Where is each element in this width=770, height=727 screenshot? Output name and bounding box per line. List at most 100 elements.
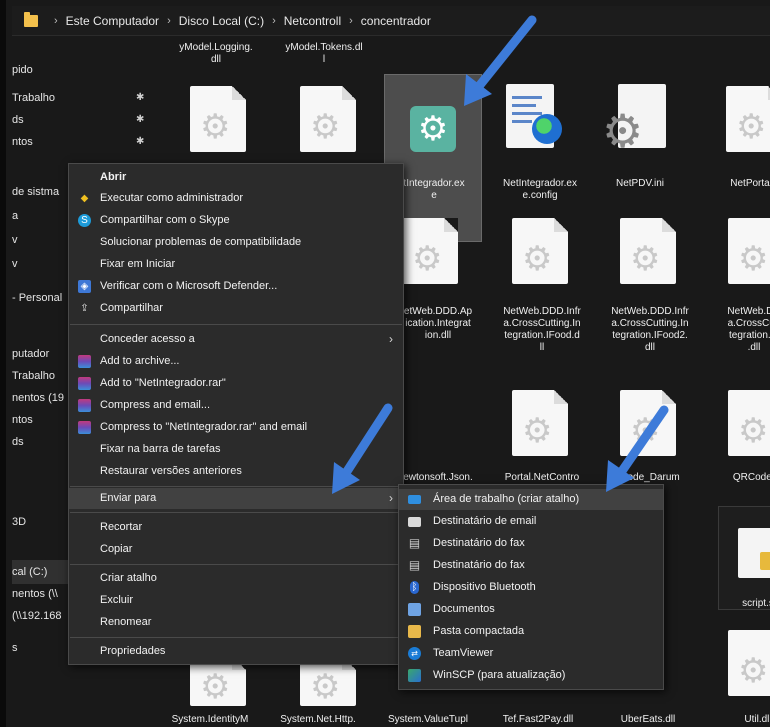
breadcrumb-item-disco-local[interactable]: Disco Local (C:): [179, 14, 264, 28]
menu-item-share-skype[interactable]: S Compartilhar com o Skype: [69, 210, 403, 231]
file-item[interactable]: System.Net.Http.: [268, 714, 368, 726]
config-file-icon[interactable]: [506, 84, 562, 148]
sidebar-item[interactable]: nentos (19: [12, 392, 64, 404]
sidebar-item[interactable]: s: [12, 642, 18, 654]
dll-file-icon[interactable]: ⚙: [190, 86, 246, 152]
sidebar-item[interactable]: 3D: [12, 516, 26, 528]
file-name: yModel.Tokens.dl l: [285, 42, 363, 65]
mail-icon: [408, 517, 421, 527]
menu-item-create-shortcut[interactable]: Criar atalho: [69, 568, 403, 589]
menu-item-compress-rar-email[interactable]: Compress to "NetIntegrador.rar" and emai…: [69, 417, 403, 438]
dll-file-icon[interactable]: ⚙: [620, 390, 676, 456]
sidebar-item[interactable]: putador: [12, 348, 49, 360]
dll-file-icon[interactable]: ⚙: [728, 390, 770, 456]
menu-item-delete[interactable]: Excluir: [69, 590, 403, 611]
menu-item-grant-access[interactable]: Conceder acesso a ›: [69, 329, 403, 350]
file-item[interactable]: NetWeb.DD a.CrossCutt tegration.M .dll: [704, 306, 770, 354]
file-item[interactable]: Tef.Fast2Pay.dll: [488, 714, 588, 726]
menu-item-share[interactable]: ⇪ Compartilhar: [69, 298, 403, 319]
file-name: NetIntegrador.ex e.config: [503, 178, 577, 201]
file-item-netpdv-ini[interactable]: NetPDV.ini: [590, 178, 690, 190]
menu-item-cut[interactable]: Recortar: [69, 517, 403, 538]
file-item[interactable]: Util.dll: [708, 714, 770, 726]
menu-item-label: Verificar com o Microsoft Defender...: [100, 280, 278, 292]
menu-item-add-to-archive[interactable]: Add to archive...: [69, 351, 403, 372]
chevron-right-icon: ›: [389, 332, 393, 346]
menu-item-run-as-admin[interactable]: ◆ Executar como administrador: [69, 188, 403, 209]
dll-file-icon[interactable]: ⚙: [728, 218, 770, 284]
dll-file-icon[interactable]: ⚙: [728, 630, 770, 696]
menu-item-send-to[interactable]: Enviar para ›: [69, 488, 403, 509]
file-item[interactable]: UberEats.dll: [598, 714, 698, 726]
breadcrumb-item-netcontroll[interactable]: Netcontroll: [284, 14, 341, 28]
file-item[interactable]: NetWeb.DDD.Infr a.CrossCutting.In tegrat…: [492, 306, 592, 354]
sidebar-item[interactable]: ntos: [12, 414, 33, 426]
file-item[interactable]: QRCoder: [704, 472, 770, 484]
sidebar-item[interactable]: v: [12, 258, 18, 270]
sidebar-item[interactable]: Trabalho: [12, 370, 55, 382]
exe-gear-icon: ⚙: [410, 106, 456, 152]
file-item[interactable]: System.IdentityM: [160, 714, 260, 726]
menu-item-pin-start[interactable]: Fixar em Iniciar: [69, 254, 403, 275]
send-to-fax[interactable]: ▤ Destinatário do fax: [399, 533, 663, 554]
menu-item-rename[interactable]: Renomear: [69, 612, 403, 633]
menu-item-troubleshoot[interactable]: Solucionar problemas de compatibilidade: [69, 232, 403, 253]
menu-item-defender-scan[interactable]: ◈ Verificar com o Microsoft Defender...: [69, 276, 403, 297]
sidebar-item[interactable]: Trabalho: [12, 92, 55, 104]
file-item[interactable]: NetWeb.DDD.Infr a.CrossCutting.In tegrat…: [600, 306, 700, 354]
menu-item-copy[interactable]: Copiar: [69, 539, 403, 560]
sidebar-item[interactable]: de sistma: [12, 186, 59, 198]
send-to-desktop[interactable]: Área de trabalho (criar atalho): [399, 489, 663, 510]
send-to-teamviewer[interactable]: ⇄ TeamViewer: [399, 643, 663, 664]
menu-item-add-to-rar[interactable]: Add to "NetIntegrador.rar": [69, 373, 403, 394]
menu-item-label: Destinatário do fax: [433, 559, 525, 571]
share-icon: ⇪: [80, 303, 89, 314]
menu-item-abrir[interactable]: Abrir: [69, 167, 403, 188]
sidebar-item[interactable]: (\\192.168: [12, 610, 62, 622]
breadcrumb-item-concentrador[interactable]: concentrador: [361, 14, 431, 28]
menu-item-properties[interactable]: Propriedades: [69, 641, 403, 662]
dll-file-icon[interactable]: ⚙: [620, 218, 676, 284]
file-name: yModel.Logging. dll: [179, 42, 253, 65]
winrar-icon: [78, 377, 91, 390]
menu-item-compress-email[interactable]: Compress and email...: [69, 395, 403, 416]
file-item[interactable]: Portal.NetContro: [492, 472, 592, 484]
file-item[interactable]: script.s: [708, 598, 770, 610]
dll-file-icon[interactable]: ⚙: [512, 218, 568, 284]
menu-item-label: Add to "NetIntegrador.rar": [100, 377, 226, 389]
file-item[interactable]: yModel.Logging. dll: [166, 42, 266, 66]
dll-file-icon[interactable]: ⚙: [402, 218, 458, 284]
send-to-submenu: Área de trabalho (criar atalho) Destinat…: [398, 484, 664, 690]
dll-file-icon[interactable]: ⚙: [300, 86, 356, 152]
sidebar-item[interactable]: cal (C:): [12, 566, 47, 578]
sidebar-item[interactable]: ds: [12, 114, 24, 126]
send-to-documents[interactable]: Documentos: [399, 599, 663, 620]
menu-item-label: Compress to "NetIntegrador.rar" and emai…: [100, 421, 308, 433]
gear-icon: ⚙: [412, 240, 443, 278]
ini-file-icon[interactable]: ⚙: [602, 84, 666, 154]
menu-item-pin-taskbar[interactable]: Fixar na barra de tarefas: [69, 439, 403, 460]
file-item[interactable]: yModel.Tokens.dl l: [274, 42, 374, 66]
sidebar-item[interactable]: ntos: [12, 136, 33, 148]
breadcrumb-item-este-computador[interactable]: Este Computador: [66, 14, 159, 28]
file-item[interactable]: System.ValueTupl: [378, 714, 478, 726]
send-to-zip[interactable]: Pasta compactada: [399, 621, 663, 642]
dll-file-icon[interactable]: ⚙: [512, 390, 568, 456]
sidebar-item[interactable]: a: [12, 210, 18, 222]
file-item-netintegrador-config[interactable]: NetIntegrador.ex e.config: [490, 178, 590, 202]
file-item-netporta[interactable]: NetPorta: [700, 178, 770, 190]
send-to-winscp[interactable]: WinSCP (para atualização): [399, 665, 663, 686]
sidebar-item[interactable]: - Personal: [12, 292, 62, 304]
sidebar-item[interactable]: nentos (\\: [12, 588, 58, 600]
send-to-email[interactable]: Destinatário de email: [399, 511, 663, 532]
sidebar-item[interactable]: v: [12, 234, 18, 246]
file-name: Portal.NetContro: [504, 472, 580, 483]
chevron-right-icon: ›: [54, 14, 58, 27]
sidebar-item[interactable]: ds: [12, 436, 24, 448]
send-to-bluetooth[interactable]: ᛒ Dispositivo Bluetooth: [399, 577, 663, 598]
menu-item-restore-versions[interactable]: Restaurar versões anteriores: [69, 461, 403, 482]
menu-item-label: Executar como administrador: [100, 192, 244, 204]
dll-file-icon[interactable]: ⚙: [726, 86, 770, 152]
sidebar-item[interactable]: pido: [12, 64, 33, 76]
send-to-fax[interactable]: ▤ Destinatário do fax: [399, 555, 663, 576]
